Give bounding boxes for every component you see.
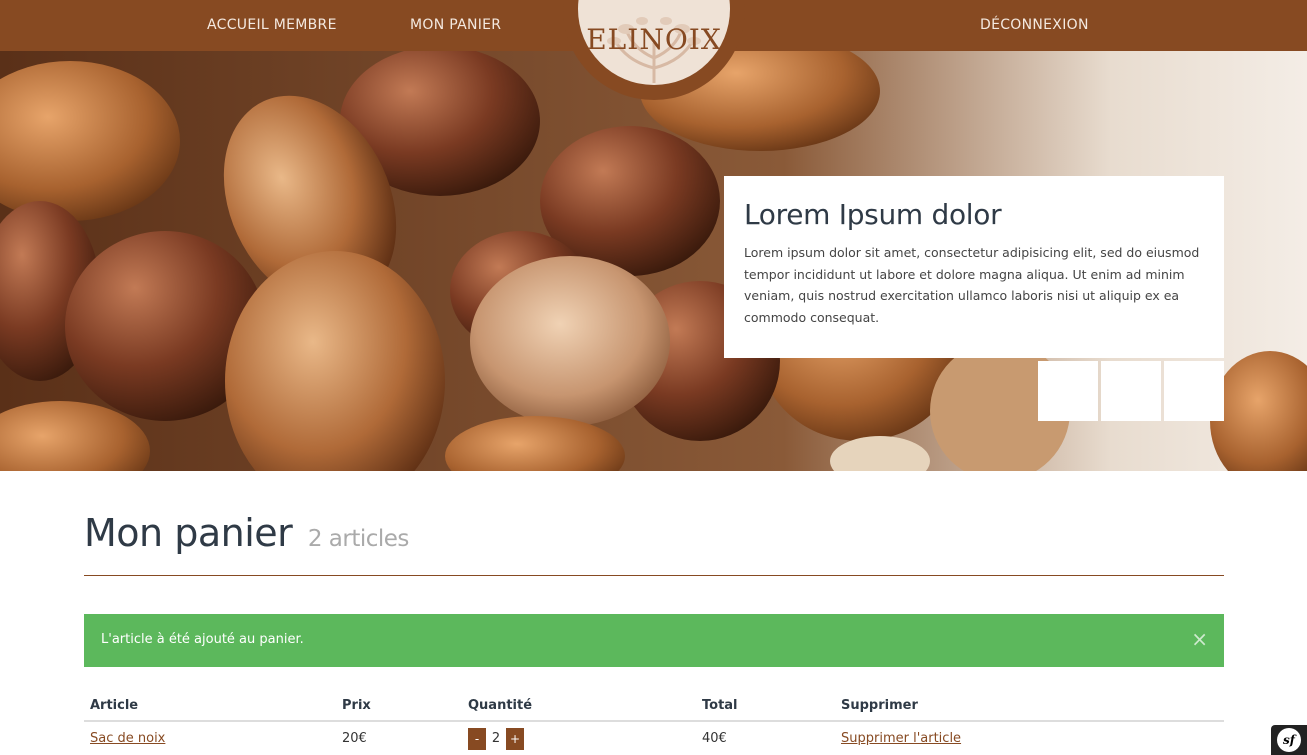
- quantity-stepper: -2 +: [462, 721, 696, 755]
- slide-caption-text: Lorem ipsum dolor sit amet, consectetur …: [744, 245, 1200, 325]
- quantity-decrement-button[interactable]: -: [468, 727, 486, 750]
- nav-link-deconnexion[interactable]: DÉCONNEXION: [980, 17, 1089, 33]
- column-header-prix: Prix: [336, 691, 462, 722]
- page-title: Mon panier 2 articles: [84, 511, 409, 555]
- slider-prev-button[interactable]: [1038, 361, 1098, 421]
- alert-message: L'article à été ajouté au panier.: [101, 632, 304, 647]
- table-header-row: Article Prix Quantité Total Supprimer: [84, 691, 1224, 722]
- article-link[interactable]: Sac de noix: [90, 731, 165, 746]
- cart-table: Article Prix Quantité Total Supprimer Sa…: [84, 691, 1224, 755]
- title-divider: [84, 575, 1224, 576]
- table-row: Sac de noix 20€ -2 + 40€ Supprimer l'arti…: [84, 721, 1224, 755]
- symfony-logo-icon: sf: [1277, 728, 1301, 752]
- column-header-total: Total: [696, 691, 835, 722]
- hero-slider: Lorem Ipsum dolor Lorem ipsum dolor sit …: [0, 51, 1307, 471]
- symfony-toolbar-toggle[interactable]: sf: [1271, 725, 1307, 755]
- total-cell: 40€: [702, 731, 727, 746]
- quantity-value: 2: [491, 731, 501, 746]
- slide-caption: Lorem Ipsum dolor Lorem ipsum dolor sit …: [724, 176, 1224, 358]
- nav-link-mon-panier[interactable]: MON PANIER: [410, 17, 501, 33]
- slide-caption-title: Lorem Ipsum dolor: [744, 198, 1002, 231]
- close-icon[interactable]: ×: [1191, 628, 1208, 650]
- remove-article-link[interactable]: Supprimer l'article: [841, 731, 961, 746]
- nav-link-accueil-membre[interactable]: ACCUEIL MEMBRE: [207, 17, 337, 33]
- quantity-increment-button[interactable]: +: [506, 727, 524, 750]
- column-header-article: Article: [84, 691, 336, 722]
- logo-text: ELINOIX: [586, 23, 722, 56]
- slider-pause-button[interactable]: [1164, 361, 1224, 421]
- page-title-text: Mon panier: [84, 511, 293, 555]
- column-header-quantite: Quantité: [462, 691, 696, 722]
- slider-next-button[interactable]: [1101, 361, 1161, 421]
- success-alert: L'article à été ajouté au panier. ×: [84, 614, 1224, 667]
- logo-medallion: ELINOIX: [578, 0, 730, 85]
- page-subtitle: 2 articles: [307, 526, 410, 552]
- price-cell: 20€: [342, 731, 367, 746]
- minus-icon: [1164, 361, 1307, 471]
- column-header-supprimer: Supprimer: [835, 691, 1224, 722]
